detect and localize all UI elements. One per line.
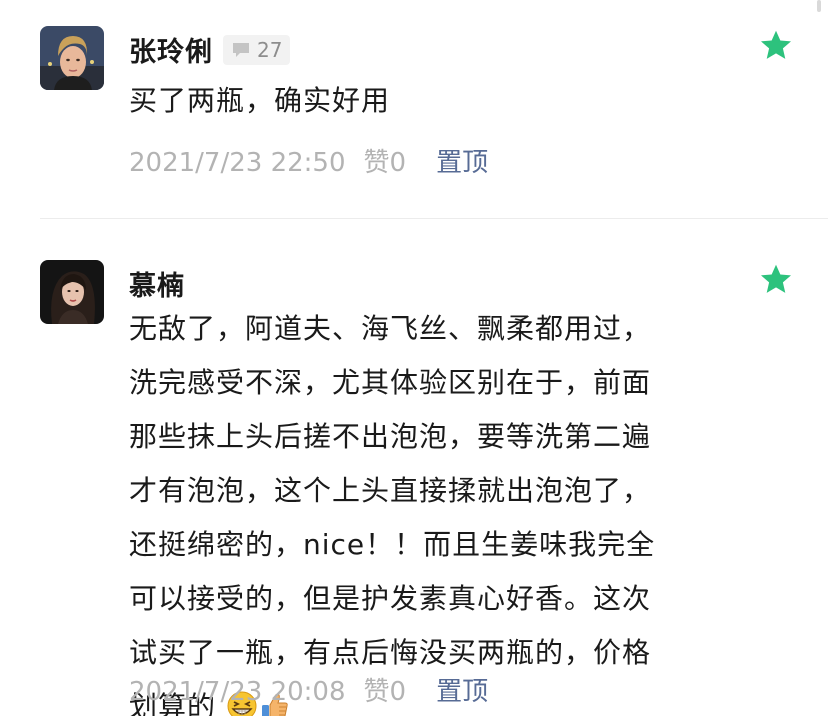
- comment-timestamp: 2021/7/23 20:08: [129, 677, 346, 707]
- comment-header: 慕楠: [129, 264, 185, 303]
- comment-meta: 2021/7/23 22:50 赞0 置顶: [129, 142, 488, 179]
- avatar[interactable]: [40, 260, 104, 324]
- comment-text: 无敌了，阿道夫、海飞丝、飘柔都用过， 洗完感受不深，尤其体验区别在于，前面 那些…: [129, 302, 729, 716]
- comment-text-line: 才有泡泡，这个上头直接揉就出泡泡了，: [129, 474, 652, 507]
- comment-header: 张玲俐 27: [129, 30, 291, 69]
- comment-text: 买了两瓶，确实好用: [129, 84, 391, 117]
- comment-text-line: 那些抹上头后搓不出泡泡，要等洗第二遍: [129, 420, 652, 453]
- author-name[interactable]: 慕楠: [129, 264, 185, 303]
- comment-item: 张玲俐 27 买了两瓶，确实好用 2021/7/23 22:50 赞0 置顶: [0, 0, 828, 218]
- star-icon[interactable]: [758, 262, 794, 298]
- comment-item: 慕楠 无敌了，阿道夫、海飞丝、飘柔都用过， 洗完感受不深，尤其体验区别在于，前面…: [0, 219, 828, 716]
- reply-count-badge[interactable]: 27: [223, 34, 291, 65]
- author-name[interactable]: 张玲俐: [129, 30, 213, 69]
- comment-text-line: 还挺绵密的，nice！！而且生姜味我完全: [129, 528, 656, 561]
- pin-top-link[interactable]: 置顶: [436, 142, 488, 179]
- comment-text-line: 可以接受的，但是护发素真心好香。这次: [129, 582, 652, 615]
- like-count[interactable]: 赞0: [364, 671, 407, 708]
- comment-text-line: 无敌了，阿道夫、海飞丝、飘柔都用过，: [129, 312, 652, 345]
- pin-top-link[interactable]: 置顶: [436, 671, 488, 708]
- star-icon[interactable]: [758, 28, 794, 64]
- like-count[interactable]: 赞0: [364, 142, 407, 179]
- avatar[interactable]: [40, 26, 104, 90]
- comment-meta: 2021/7/23 20:08 赞0 置顶: [129, 671, 488, 708]
- comment-timestamp: 2021/7/23 22:50: [129, 148, 346, 178]
- comment-text-line: 洗完感受不深，尤其体验区别在于，前面: [129, 366, 652, 399]
- reply-count: 27: [257, 37, 283, 62]
- comment-bubble-icon: [231, 41, 251, 59]
